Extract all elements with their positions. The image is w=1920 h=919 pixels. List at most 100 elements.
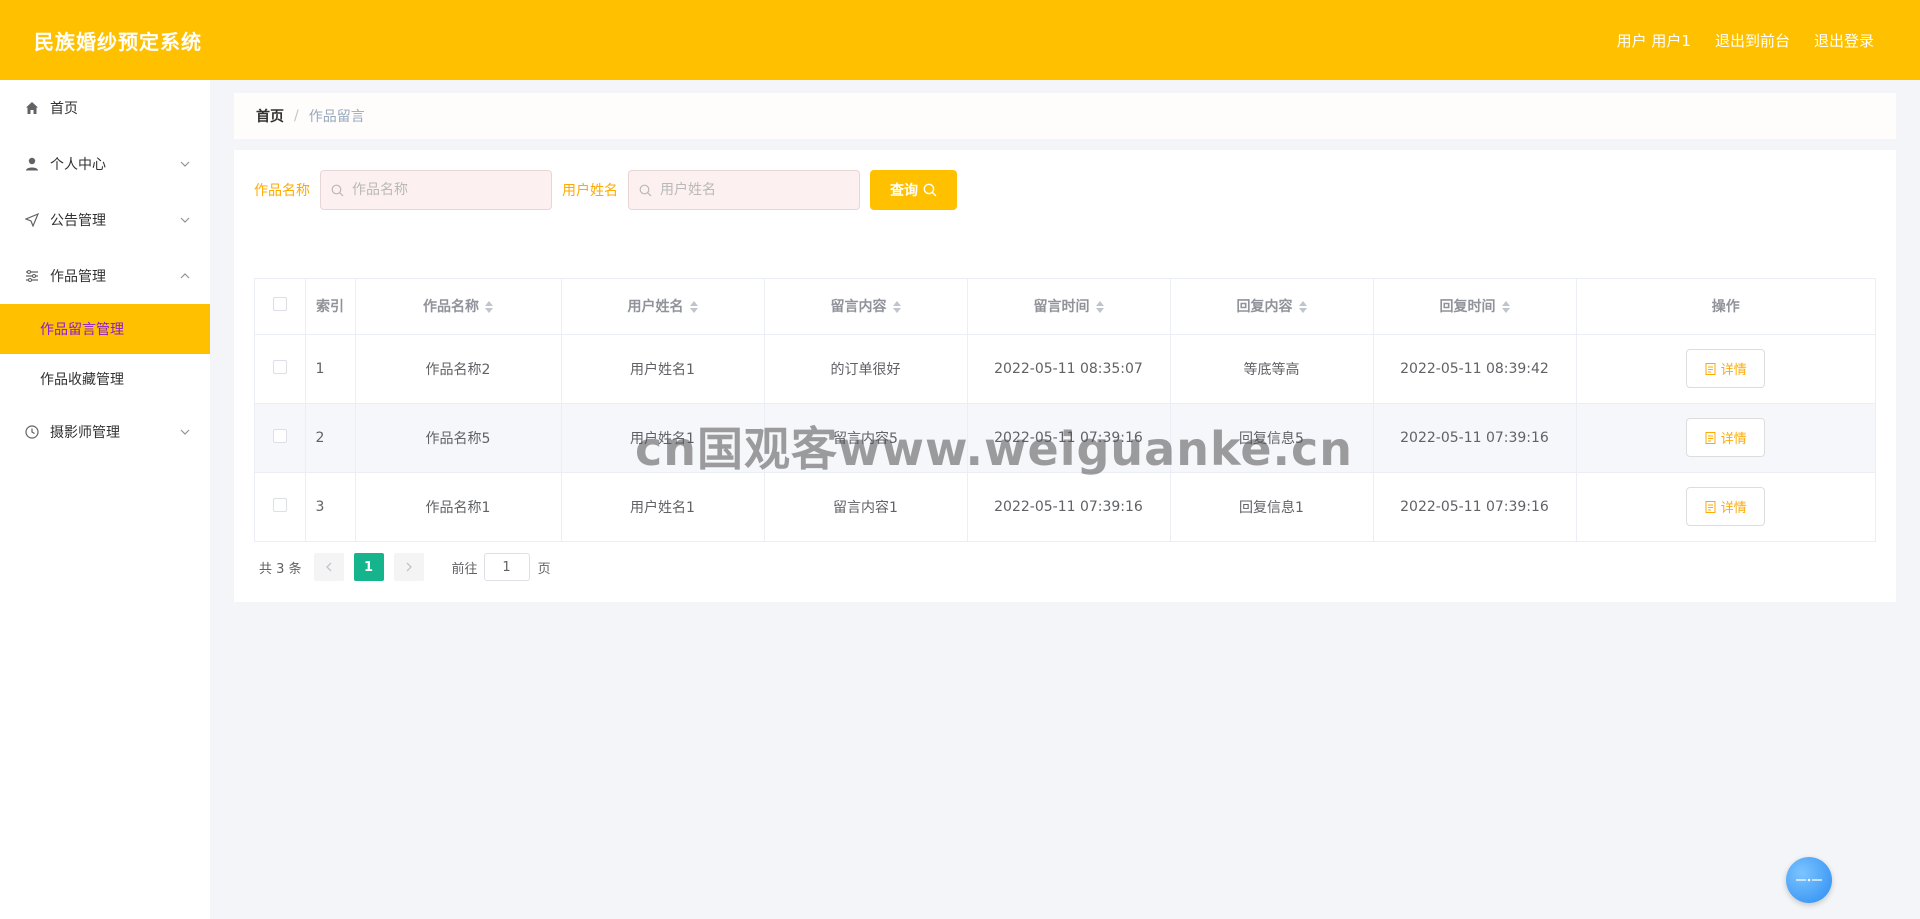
sidebar-item-notice[interactable]: 公告管理 (0, 192, 210, 248)
cell-reply-time: 2022-05-11 08:39:42 (1373, 334, 1577, 404)
row-checkbox[interactable] (272, 428, 287, 443)
select-all-checkbox[interactable] (272, 297, 287, 312)
cell-content: 留言内容1 (764, 472, 968, 541)
sidebar-item-label: 摄影师管理 (50, 425, 120, 441)
detail-button-label: 详情 (1720, 432, 1747, 447)
cell-user-name: 用户姓名1 (561, 403, 765, 473)
search-icon (923, 183, 937, 197)
dots-icon (1796, 878, 1822, 882)
cell-reply: 等底等高 (1170, 334, 1374, 404)
main-panel: 作品名称 用户姓名 查询 索引 作品名称 用户姓 (234, 150, 1896, 602)
detail-button-label: 详情 (1720, 501, 1747, 517)
chevron-down-icon (180, 217, 190, 223)
sort-icon[interactable] (1501, 301, 1510, 314)
chevron-left-icon (325, 562, 332, 572)
column-header-label: 留言内容 (830, 299, 887, 316)
goto-page-input[interactable] (483, 553, 530, 581)
breadcrumb-separator: / (294, 108, 299, 124)
prev-page-button[interactable] (313, 553, 344, 581)
column-header-label: 用户姓名 (627, 299, 684, 316)
row-checkbox[interactable] (272, 359, 287, 374)
sidebar-subitem-work-favorites[interactable]: 作品收藏管理 (0, 354, 210, 404)
cell-content: 留言内容5 (764, 403, 968, 473)
next-page-button[interactable] (393, 553, 424, 581)
cell-index: 3 (305, 472, 356, 541)
table-header-row: 索引 作品名称 用户姓名 留言内容 留言时间 回复内容 回复时间 操作 (255, 279, 1875, 335)
chevron-down-icon (180, 429, 190, 435)
breadcrumb-home[interactable]: 首页 (256, 106, 284, 126)
pagination: 共 3 条 1 前往 页 (259, 553, 551, 581)
sidebar-item-label: 公告管理 (50, 213, 106, 229)
query-button-label: 查询 (890, 182, 918, 198)
column-header-time[interactable]: 留言时间 (967, 279, 1171, 335)
cell-content: 的订单很好 (764, 334, 968, 404)
sidebar-item-label: 作品管理 (50, 269, 106, 285)
chevron-up-icon (180, 273, 190, 279)
cell-action: 详情 (1576, 403, 1875, 473)
table-row: 2 作品名称5 用户姓名1 留言内容5 2022-05-11 07:39:16 … (255, 403, 1875, 473)
sidebar-item-photographer[interactable]: 摄影师管理 (0, 404, 210, 460)
app-title: 民族婚纱预定系统 (34, 29, 202, 54)
cell-reply-time: 2022-05-11 07:39:16 (1373, 472, 1577, 541)
table-row: 3 作品名称1 用户姓名1 留言内容1 2022-05-11 07:39:16 … (255, 472, 1875, 541)
sidebar-item-works[interactable]: 作品管理 (0, 248, 210, 304)
cell-time: 2022-05-11 07:39:16 (967, 403, 1171, 473)
goto-page: 前往 页 (452, 553, 551, 581)
column-header-action: 操作 (1576, 279, 1875, 335)
user-name-input[interactable] (658, 181, 848, 199)
user-icon (24, 156, 40, 172)
cell-time: 2022-05-11 08:35:07 (967, 334, 1171, 404)
cell-user-name: 用户姓名1 (561, 334, 765, 404)
query-button[interactable]: 查询 (870, 170, 957, 210)
sidebar-item-profile[interactable]: 个人中心 (0, 136, 210, 192)
select-all-cell (255, 279, 306, 335)
sidebar-item-label: 个人中心 (50, 157, 106, 173)
sort-icon[interactable] (1095, 301, 1104, 314)
row-select-cell (255, 472, 306, 541)
column-header-work-name[interactable]: 作品名称 (355, 279, 562, 335)
send-icon (24, 212, 40, 228)
breadcrumb: 首页 / 作品留言 (234, 93, 1896, 139)
cell-work-name: 作品名称2 (355, 334, 562, 404)
home-icon (24, 100, 40, 116)
header-actions: 用户 用户1 退出到前台 退出登录 (1617, 30, 1874, 51)
detail-button[interactable]: 详情 (1686, 418, 1766, 457)
cell-action: 详情 (1576, 334, 1875, 404)
column-header-label: 回复内容 (1236, 299, 1293, 316)
floating-assistant-button[interactable] (1786, 857, 1832, 903)
column-header-reply-time[interactable]: 回复时间 (1373, 279, 1577, 335)
sidebar-subitem-work-messages[interactable]: 作品留言管理 (0, 304, 210, 354)
document-icon (1705, 500, 1716, 513)
row-checkbox[interactable] (272, 497, 287, 512)
column-header-label: 留言时间 (1033, 299, 1090, 316)
user-label[interactable]: 用户 用户1 (1617, 30, 1691, 51)
column-header-content[interactable]: 留言内容 (764, 279, 968, 335)
cell-work-name: 作品名称1 (355, 472, 562, 541)
sidebar-item-label: 首页 (50, 101, 78, 117)
search-icon (639, 184, 652, 196)
sliders-icon (24, 268, 40, 284)
cell-work-name: 作品名称5 (355, 403, 562, 473)
cell-reply: 回复信息5 (1170, 403, 1374, 473)
chevron-down-icon (180, 161, 190, 167)
data-table: 索引 作品名称 用户姓名 留言内容 留言时间 回复内容 回复时间 操作 1 作品… (254, 278, 1876, 542)
goto-suffix: 页 (537, 561, 551, 577)
work-name-input[interactable] (350, 181, 540, 199)
search-bar: 作品名称 用户姓名 查询 (254, 170, 957, 210)
sort-icon[interactable] (689, 301, 698, 314)
detail-button[interactable]: 详情 (1686, 349, 1766, 388)
sort-icon[interactable] (485, 301, 493, 314)
exit-to-front-link[interactable]: 退出到前台 (1715, 30, 1790, 51)
column-header-user-name[interactable]: 用户姓名 (561, 279, 765, 335)
sort-icon[interactable] (892, 301, 901, 314)
page-number-button[interactable]: 1 (353, 553, 384, 581)
sidebar-item-home[interactable]: 首页 (0, 80, 210, 136)
logout-link[interactable]: 退出登录 (1814, 30, 1874, 51)
cell-user-name: 用户姓名1 (561, 472, 765, 541)
detail-button[interactable]: 详情 (1686, 487, 1766, 527)
cell-index: 1 (305, 334, 356, 404)
column-header-reply[interactable]: 回复内容 (1170, 279, 1374, 335)
detail-button-label: 详情 (1720, 363, 1747, 378)
goto-label: 前往 (451, 561, 478, 577)
sort-icon[interactable] (1298, 301, 1307, 314)
